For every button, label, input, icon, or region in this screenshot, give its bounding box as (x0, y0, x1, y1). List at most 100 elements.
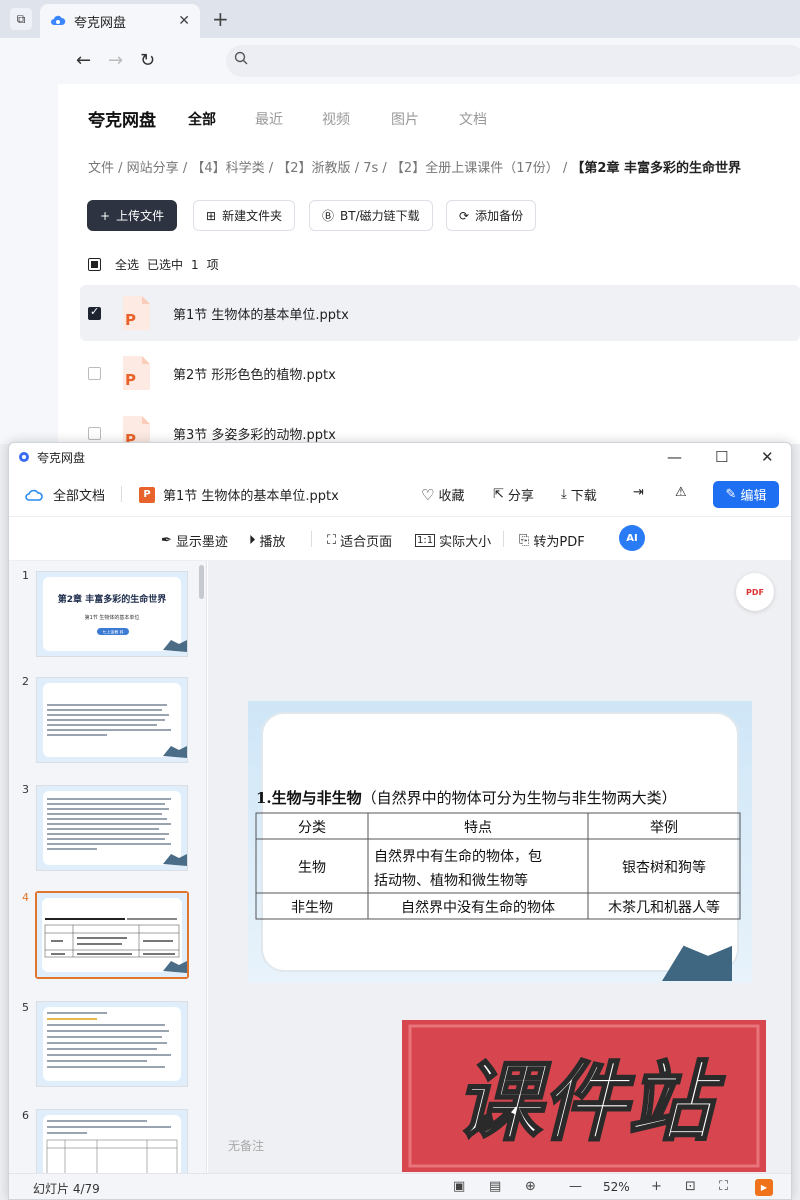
tab-recent[interactable]: 最近 (255, 109, 283, 129)
viewer-toolbar: 全部文档 P 第1节 生物体的基本单位.pptx ♡ 收藏 ⇱ 分享 ⤓ 下载 ⇥ ⚠… (9, 471, 791, 517)
zoom-out-icon[interactable]: — (569, 1179, 582, 1194)
play-button[interactable]: ⏵ 播放 (249, 531, 286, 550)
favorite-button[interactable]: ♡ 收藏 (421, 485, 464, 505)
minimize-icon[interactable]: — (667, 448, 682, 466)
tab-all[interactable]: 全部 (188, 109, 216, 129)
pdf-convert-icon: ⎘ (519, 533, 530, 548)
crumb-4[interactable]: 【2】浙教版 (277, 161, 350, 176)
heart-icon: ♡ (421, 485, 435, 504)
folder-plus-icon: ⊞ (206, 208, 217, 223)
file-name[interactable]: 第1节 生物体的基本单位.pptx (173, 304, 349, 323)
pdf-export-icon[interactable]: PDF (736, 573, 774, 611)
download-button[interactable]: ⤓ 下载 (561, 485, 597, 504)
slide-thumbnail-current[interactable] (35, 891, 189, 979)
actual-size-button[interactable]: 1:1 实际大小 (415, 531, 491, 550)
share-button[interactable]: ⇱ 分享 (493, 485, 534, 504)
slide-thumbnail[interactable] (36, 785, 188, 871)
toolbar-divider (503, 531, 504, 547)
plus-icon: + (100, 208, 111, 223)
thumbnail-panel: 1 第2章 丰富多彩的生命世界 第1节 生物体的基本单位 七上浙教 科 2 3 (9, 561, 207, 1173)
cloud-icon (25, 489, 43, 501)
normal-view-icon[interactable]: ▣ (453, 1179, 465, 1194)
fullscreen-icon[interactable]: ⛶ (719, 1179, 728, 1194)
crumb-5[interactable]: 7s (363, 161, 378, 176)
new-tab-icon[interactable]: + (212, 7, 229, 31)
fit-screen-icon[interactable]: ⊡ (685, 1179, 696, 1194)
fit-page-button[interactable]: ⛶ 适合页面 (327, 531, 392, 550)
close-icon[interactable]: ✕ (761, 448, 774, 466)
table-header-category: 分类 (298, 820, 326, 836)
slide-thumbnail[interactable] (36, 1109, 188, 1173)
slide-thumbnail[interactable] (36, 677, 188, 763)
url-input[interactable] (226, 45, 800, 77)
file-name[interactable]: 第2节 形形色色的植物.pptx (173, 364, 336, 383)
viewer-title-bar: 夸克网盘 — ☐ ✕ (9, 443, 791, 471)
thumb-number: 5 (22, 1001, 29, 1014)
magnet-icon: Ⓑ (322, 209, 335, 223)
actual-size-icon: 1:1 (415, 534, 436, 547)
ai-assistant-button[interactable]: AI (619, 525, 645, 551)
reload-icon[interactable]: ↻ (140, 50, 155, 71)
crumb-2[interactable]: 网站分享 (127, 161, 179, 176)
slideshow-play-icon[interactable]: ▶ (755, 1179, 773, 1196)
quark-logo-icon (19, 452, 29, 462)
thumb-1-subtitle: 第1节 生物体的基本单位 (85, 614, 140, 621)
zoom-level: 52% (603, 1180, 630, 1194)
globe-icon[interactable]: ⊕ (525, 1179, 536, 1194)
search-icon (234, 51, 248, 65)
new-folder-button[interactable]: ⊞ 新建文件夹 (193, 200, 296, 231)
watermark-text: 课件站 (455, 1053, 725, 1153)
brand-title: 夸克网盘 (88, 111, 156, 131)
selected-text: 已选中 (147, 258, 184, 272)
forward-icon[interactable]: → (108, 50, 123, 71)
tab-image[interactable]: 图片 (391, 109, 419, 129)
tab-doc[interactable]: 文档 (459, 109, 487, 129)
thumb-5-art (37, 1002, 187, 1086)
thumb-number-current: 4 (22, 891, 29, 904)
save-to-icon[interactable]: ⇥ (633, 485, 644, 500)
selection-row: 全选 已选中 1 项 (88, 256, 219, 273)
file-checkbox[interactable] (88, 305, 101, 320)
select-all-label[interactable]: 全选 (115, 256, 139, 273)
add-backup-button[interactable]: ⟳ 添加备份 (446, 200, 537, 231)
browser-tab[interactable]: 夸克网盘 ✕ (40, 4, 200, 38)
toolbar-divider (311, 531, 312, 547)
file-checkbox[interactable] (88, 426, 101, 440)
address-bar: ← → ↻ (0, 38, 800, 84)
file-checkbox[interactable] (88, 366, 101, 380)
slide-notes: 无备注 (228, 1139, 265, 1153)
file-name[interactable]: 第3节 多姿多彩的动物.pptx (173, 424, 336, 443)
bt-download-button[interactable]: Ⓑ BT/磁力链下载 (309, 200, 433, 231)
tab-video[interactable]: 视频 (322, 109, 350, 129)
back-icon[interactable]: ← (76, 50, 91, 71)
fit-icon: ⛶ (327, 533, 337, 548)
notes-view-icon[interactable]: ▤ (489, 1179, 501, 1194)
file-row[interactable]: P 第2节 形形色色的植物.pptx (80, 345, 800, 401)
file-row[interactable]: P 第1节 生物体的基本单位.pptx (80, 285, 800, 341)
thumb-number: 1 (22, 569, 29, 582)
tab-close-icon[interactable]: ✕ (178, 13, 190, 29)
viewer-subtoolbar: ✒ 显示墨迹 ⏵ 播放 ⛶ 适合页面 1:1 实际大小 ⎘ 转为PDF AI (9, 517, 791, 561)
maximize-icon[interactable]: ☐ (715, 448, 728, 466)
thumb-1-art: 第2章 丰富多彩的生命世界 第1节 生物体的基本单位 七上浙教 科 (37, 572, 187, 656)
edit-button[interactable]: ✎ 编辑 (713, 481, 779, 508)
slide-thumbnail[interactable] (36, 1001, 188, 1087)
thumbnail-scrollbar[interactable] (199, 565, 204, 599)
slide-heading-rest: （自然界中的物体可分为生物与非生物两大类） (362, 789, 677, 807)
slide-art: 1.生物与非生物（自然界中的物体可分为生物与非生物两大类） 分类 特点 举例 生… (248, 701, 752, 983)
crumb-1[interactable]: 文件 (88, 161, 114, 176)
browser-tab-bar: ⧉ 夸克网盘 ✕ + (0, 0, 800, 38)
report-icon[interactable]: ⚠ (675, 485, 687, 500)
upload-button[interactable]: + 上传文件 (87, 200, 178, 231)
slide-thumbnail[interactable]: 第2章 丰富多彩的生命世界 第1节 生物体的基本单位 七上浙教 科 (36, 571, 188, 657)
crumb-3[interactable]: 【4】科学类 (191, 161, 264, 176)
tab-search-icon[interactable]: ⧉ (10, 8, 32, 30)
thumb-2-art (37, 678, 187, 762)
all-docs-button[interactable]: 全部文档 (25, 485, 105, 504)
crumb-6[interactable]: 【2】全册上课课件（17份） (391, 161, 559, 176)
crumb-current: 【第2章 丰富多彩的生命世界 (571, 161, 741, 176)
select-all-checkbox[interactable] (88, 258, 101, 271)
to-pdf-button[interactable]: ⎘ 转为PDF (519, 531, 585, 550)
show-ink-button[interactable]: ✒ 显示墨迹 (161, 531, 228, 550)
zoom-in-icon[interactable]: + (651, 1179, 662, 1194)
